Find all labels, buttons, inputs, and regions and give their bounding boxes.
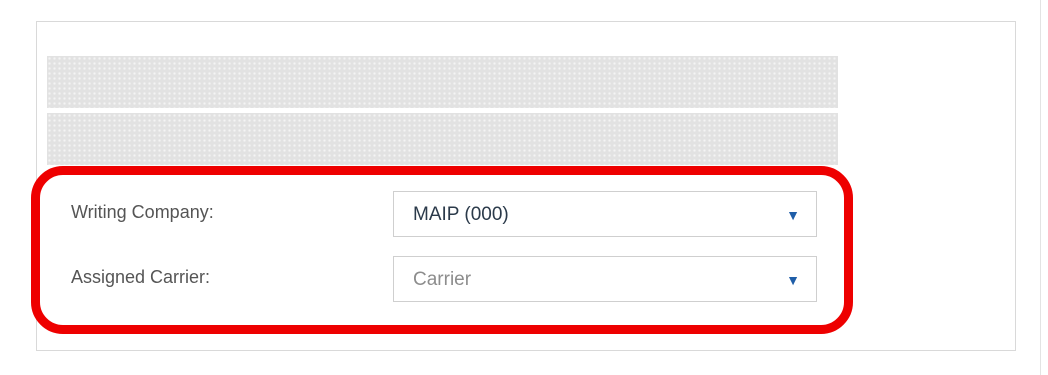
page: Writing Company: MAIP (000) ▼ Assigned C…: [0, 0, 1048, 375]
writing-company-value: MAIP (000): [413, 204, 509, 225]
writing-company-label: Writing Company:: [71, 202, 214, 222]
caret-down-icon: ▼: [786, 207, 800, 223]
redacted-field-1: [47, 56, 838, 108]
assigned-carrier-select[interactable]: Carrier ▼: [393, 256, 817, 302]
assigned-carrier-label: Assigned Carrier:: [71, 267, 211, 287]
caret-down-icon: ▼: [786, 272, 800, 288]
writing-company-select[interactable]: MAIP (000) ▼: [393, 191, 817, 237]
redacted-field-2: [47, 113, 838, 165]
assigned-carrier-placeholder: Carrier: [413, 269, 472, 290]
right-divider: [1040, 0, 1041, 375]
